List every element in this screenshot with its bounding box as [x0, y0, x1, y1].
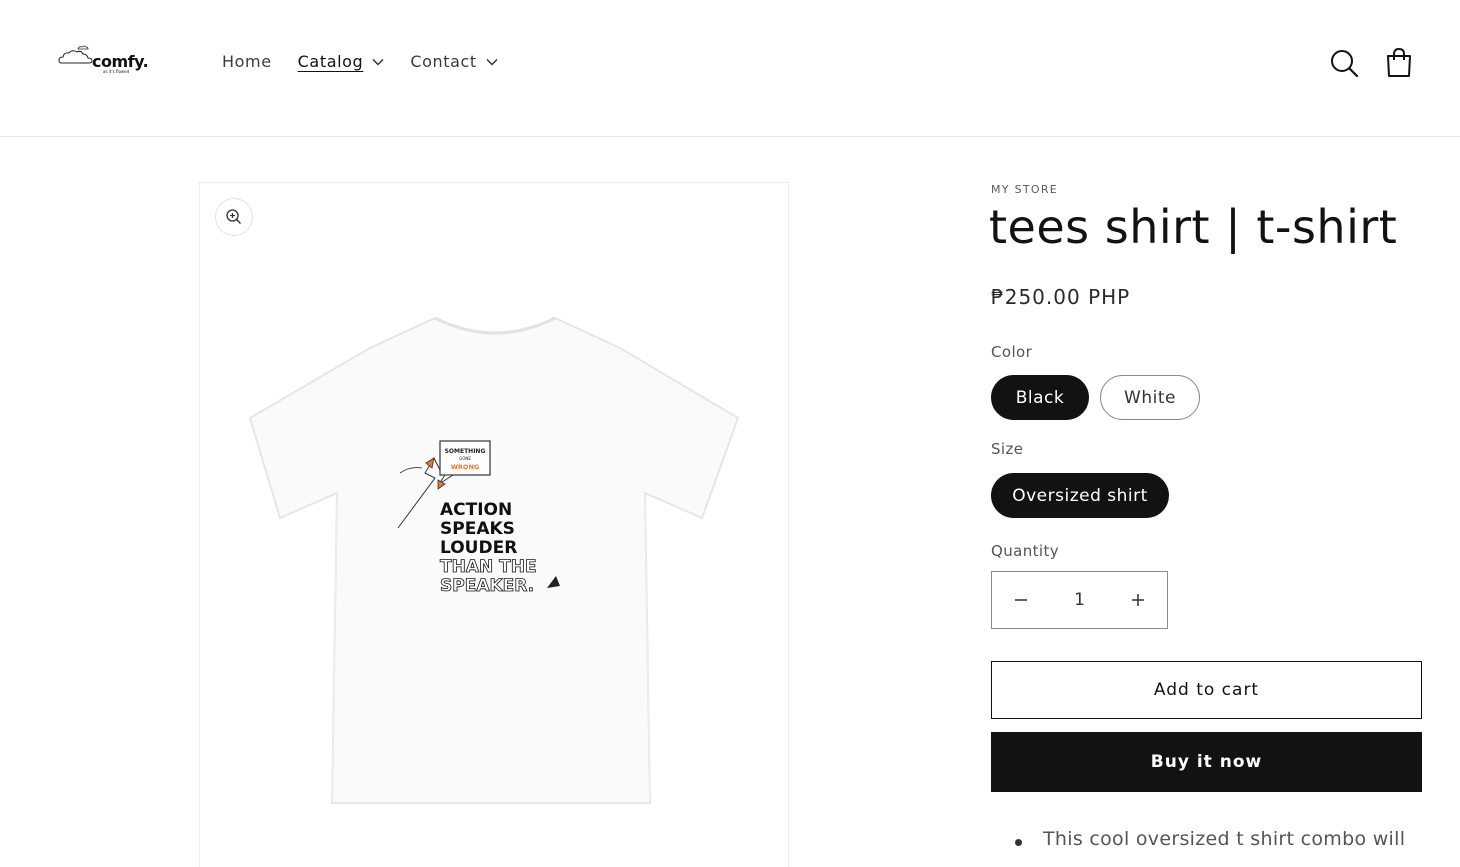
main-nav: Home Catalog Contact — [222, 52, 524, 71]
size-option-oversized[interactable]: Oversized shirt — [991, 473, 1169, 518]
search-button[interactable] — [1327, 46, 1361, 80]
print-slogan-line2: SPEAKS — [440, 519, 515, 539]
nav-catalog[interactable]: Catalog — [298, 52, 385, 71]
zoom-in-icon — [226, 209, 241, 224]
zoom-button[interactable] — [215, 198, 253, 236]
print-slogan-line5: SPEAKER. — [440, 576, 534, 596]
nav-catalog-label: Catalog — [297, 52, 364, 71]
buy-now-button[interactable]: Buy it now — [991, 732, 1422, 792]
print-slogan-line3: LOUDER — [440, 538, 517, 558]
quantity-decrease-button[interactable] — [992, 572, 1050, 628]
color-option-white[interactable]: White — [1100, 375, 1200, 420]
color-label: Color — [991, 343, 1033, 361]
product-vendor: MY STORE — [991, 183, 1059, 196]
cart-icon — [1387, 47, 1411, 77]
quantity-stepper — [991, 571, 1168, 629]
color-option-black[interactable]: Black — [991, 375, 1089, 420]
print-bubble-line2: GONE — [459, 456, 471, 461]
quantity-increase-button[interactable] — [1109, 572, 1167, 628]
print-slogan-line4: THAN THE — [440, 557, 537, 577]
plus-icon — [1132, 594, 1144, 606]
print-bubble-line3: WRONG — [451, 463, 479, 471]
chevron-down-icon — [372, 58, 384, 66]
cart-button[interactable] — [1382, 46, 1416, 80]
bullet-icon — [1015, 839, 1022, 846]
quantity-label: Quantity — [991, 542, 1060, 560]
nav-home-label: Home — [222, 52, 272, 71]
print-bubble-line1: SOMETHING — [445, 448, 486, 455]
size-label: Size — [991, 440, 1024, 458]
nav-home[interactable]: Home — [222, 52, 272, 71]
product-price: ₱250.00 PHP — [991, 285, 1131, 309]
quantity-input[interactable] — [1054, 580, 1105, 620]
store-logo[interactable]: comfy. as it's flowed — [58, 40, 150, 80]
add-to-cart-button[interactable]: Add to cart — [991, 661, 1422, 719]
chevron-down-icon — [486, 58, 498, 66]
logo-tagline: as it's flowed — [103, 69, 130, 74]
print-slogan-line1: ACTION — [440, 500, 512, 520]
description-line: This cool oversized t shirt combo will — [1043, 828, 1406, 850]
nav-contact[interactable]: Contact — [410, 52, 498, 71]
site-header: comfy. as it's flowed Home Catalog Conta… — [0, 0, 1460, 137]
product-image[interactable]: SOMETHING GONE WRONG ACTION SPEAKS LOUDE… — [240, 308, 750, 808]
search-icon — [1331, 50, 1359, 78]
minus-icon — [1015, 599, 1027, 601]
nav-contact-label: Contact — [410, 52, 477, 71]
product-title: tees shirt | t-shirt — [989, 200, 1398, 254]
product-media: SOMETHING GONE WRONG ACTION SPEAKS LOUDE… — [199, 182, 789, 867]
